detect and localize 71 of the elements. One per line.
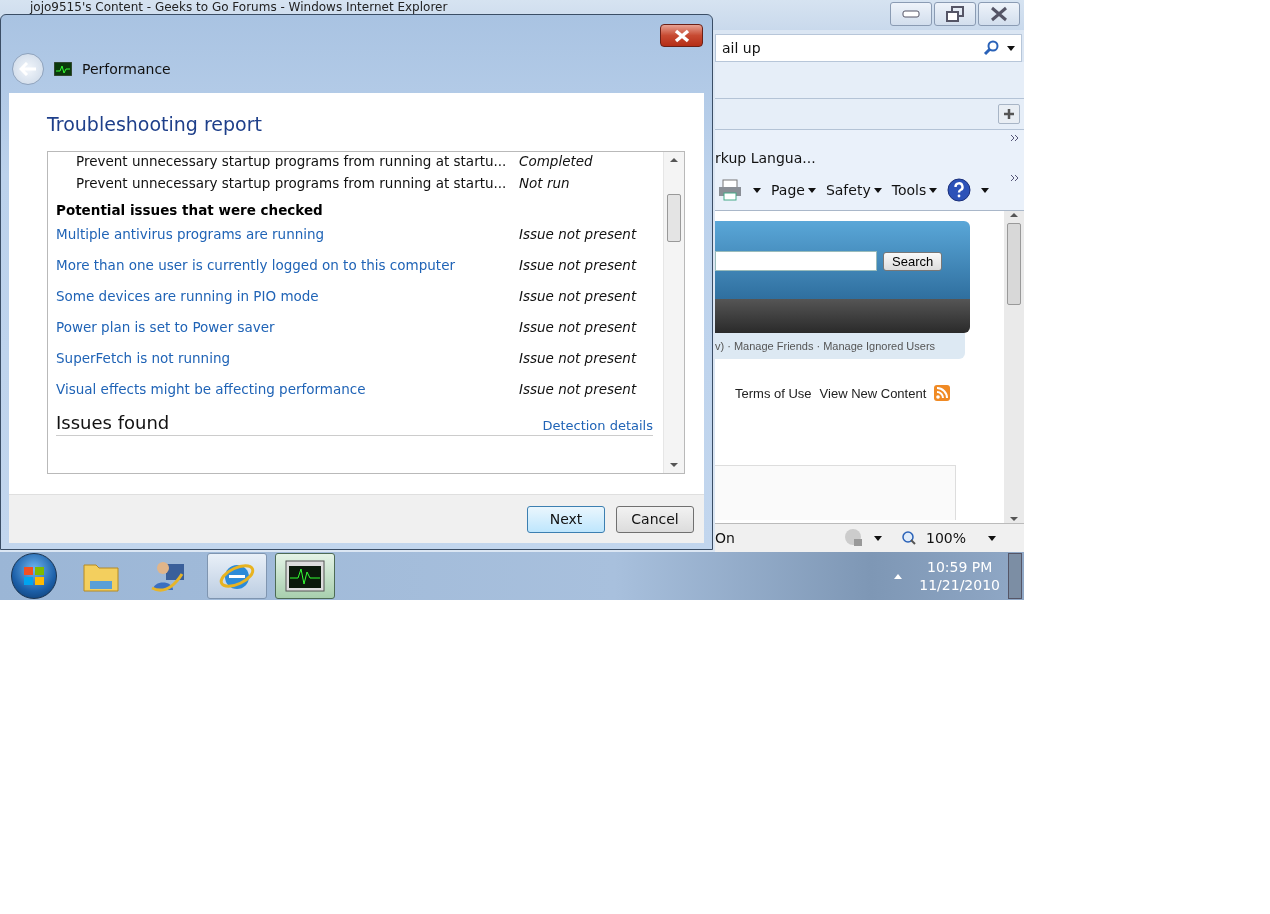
search-button[interactable]: Search <box>883 252 943 271</box>
dropdown-arrow-icon[interactable] <box>988 535 996 541</box>
issue-link[interactable]: Visual effects might be affecting performance <box>56 380 519 397</box>
show-hidden-icons-button[interactable] <box>893 572 904 580</box>
favorites-link[interactable]: rkup Langua... <box>715 150 816 166</box>
section-heading: Issues found <box>56 412 170 433</box>
scroll-thumb[interactable] <box>667 194 681 242</box>
issue-status: Issue not present <box>519 225 637 242</box>
taskbar-app-button[interactable] <box>275 553 335 599</box>
chevron-icon[interactable] <box>1010 134 1020 142</box>
start-button[interactable] <box>11 553 57 599</box>
performance-monitor-icon <box>285 560 325 592</box>
issue-status: Issue not present <box>519 256 637 273</box>
scroll-down-arrow-icon[interactable] <box>1009 515 1019 523</box>
issue-link[interactable]: Some devices are running in PIO mode <box>56 287 519 304</box>
scroll-thumb[interactable] <box>1007 223 1021 305</box>
footer-link[interactable]: Terms of Use <box>735 385 812 401</box>
dropdown-arrow-icon[interactable] <box>1007 45 1015 51</box>
close-button[interactable] <box>978 2 1020 26</box>
command-menu[interactable]: Page <box>771 182 816 198</box>
issue-link[interactable]: Power plan is set to Power saver <box>56 318 519 335</box>
issue-status: Issue not present <box>519 287 637 304</box>
issue-link[interactable]: SuperFetch is not running <box>56 349 519 366</box>
section-heading: Potential issues that were checked <box>56 202 324 218</box>
page-heading: Troubleshooting report <box>47 113 263 135</box>
new-tab-button[interactable] <box>998 104 1020 124</box>
search-icon[interactable] <box>983 40 999 56</box>
dropdown-arrow-icon[interactable] <box>753 187 761 193</box>
command-menu[interactable]: Safety <box>825 182 882 198</box>
close-button[interactable] <box>660 24 703 47</box>
cancel-button[interactable]: Cancel <box>616 505 694 533</box>
zoom-icon <box>901 531 916 545</box>
close-icon <box>673 28 690 43</box>
command-menu[interactable]: Tools <box>891 182 938 198</box>
dropdown-arrow-icon[interactable] <box>981 187 990 193</box>
dropdown-arrow-icon[interactable] <box>873 535 882 541</box>
chevron-icon[interactable] <box>1010 174 1020 182</box>
restore-icon <box>946 6 964 22</box>
issue-link[interactable]: Multiple antivirus programs are running <box>56 225 519 242</box>
window-title: jojo9515's Content - Geeks to Go Forums - Windows Internet Explorer <box>30 0 448 14</box>
nav-links[interactable]: v) · Manage Friends · Manage Ignored Users <box>715 340 936 352</box>
next-button[interactable]: Next <box>527 505 605 533</box>
issue-status: Issue not present <box>519 318 637 335</box>
close-icon <box>990 6 1008 22</box>
windows-logo-icon <box>23 566 45 586</box>
help-icon[interactable] <box>947 178 972 202</box>
search-field[interactable]: ail up <box>715 34 1022 62</box>
minimize-icon <box>902 10 920 18</box>
issue-status: Issue not present <box>519 380 637 397</box>
plus-icon <box>1003 108 1015 120</box>
scroll-down-arrow-icon[interactable] <box>669 461 679 469</box>
search-field[interactable] <box>715 251 877 271</box>
issue-link[interactable]: More than one user is currently logged on to this computer <box>56 256 519 273</box>
issue-status: Issue not present <box>519 349 637 366</box>
scroll-up-arrow-icon[interactable] <box>669 156 679 164</box>
fix-status: Completed <box>519 153 593 169</box>
detection-details-link[interactable]: Detection details <box>542 418 653 433</box>
fix-name: Prevent unnecessary startup programs from running at startu... <box>76 175 508 191</box>
fix-status: Not run <box>519 175 570 191</box>
scrollbar[interactable] <box>1004 211 1024 523</box>
fix-name: Prevent unnecessary startup programs from running at startu... <box>76 153 508 169</box>
footer-link[interactable]: View New Content <box>819 385 927 401</box>
dialog-title: Performance <box>82 61 171 77</box>
performance-monitor-icon <box>54 62 72 76</box>
scroll-up-arrow-icon[interactable] <box>1009 211 1019 219</box>
restore-button[interactable] <box>934 2 976 26</box>
scrollbar[interactable] <box>663 152 684 473</box>
status-text: On <box>715 530 735 546</box>
zoom-level[interactable]: 100% <box>925 530 966 546</box>
back-arrow-icon <box>19 62 37 76</box>
printer-icon[interactable] <box>717 179 743 201</box>
